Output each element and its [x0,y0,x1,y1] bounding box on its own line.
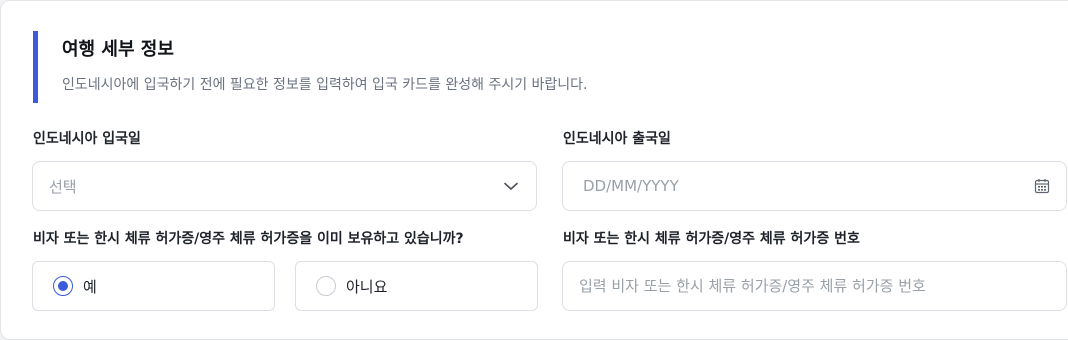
visa-option-no[interactable]: 아니요 [295,261,538,311]
section-header: 여행 세부 정보 인도네시아에 입국하기 전에 필요한 정보를 입력하여 입국 … [33,31,1033,103]
calendar-icon[interactable] [1034,178,1050,194]
visa-number-field[interactable] [562,261,1067,311]
arrival-date-select[interactable]: 선택 [32,161,537,211]
visa-number-input[interactable] [579,277,1050,295]
section-title: 여행 세부 정보 [62,39,174,60]
visa-option-yes-label: 예 [83,277,97,296]
visa-number-label: 비자 또는 한시 체류 허가증/영주 체류 허가증 번호 [563,231,860,247]
visa-question-label: 비자 또는 한시 체류 허가증/영주 체류 허가증을 이미 보유하고 있습니까? [33,231,464,247]
visa-option-yes[interactable]: 예 [32,261,275,311]
departure-date-label: 인도네시아 출국일 [563,131,671,147]
radio-no[interactable] [316,276,336,296]
travel-details-card: 여행 세부 정보 인도네시아에 입국하기 전에 필요한 정보를 입력하여 입국 … [0,0,1068,340]
section-description: 인도네시아에 입국하기 전에 필요한 정보를 입력하여 입국 카드를 완성해 주… [62,77,588,93]
chevron-down-icon [502,177,520,195]
radio-yes[interactable] [53,276,73,296]
departure-date-input[interactable]: DD/MM/YYYY [562,161,1067,211]
departure-date-placeholder: DD/MM/YYYY [583,177,679,195]
arrival-date-placeholder: 선택 [49,177,77,196]
visa-option-no-label: 아니요 [346,277,388,296]
arrival-date-label: 인도네시아 입국일 [33,131,141,147]
